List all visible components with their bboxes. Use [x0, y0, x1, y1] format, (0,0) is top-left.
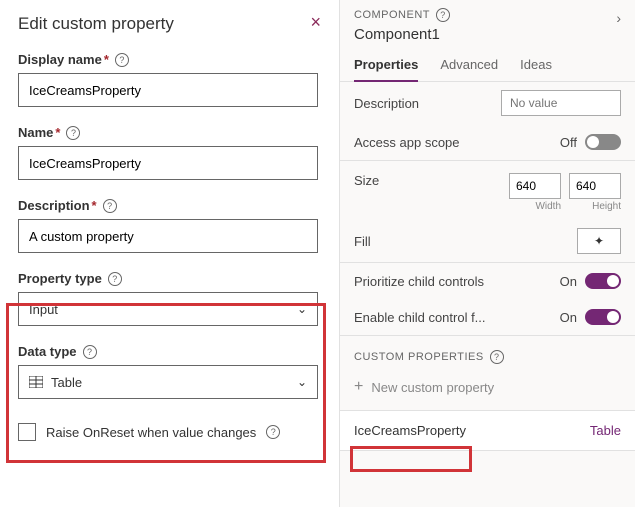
- fill-label: Fill: [354, 234, 371, 249]
- help-icon[interactable]: ?: [266, 425, 280, 439]
- raise-onreset-checkbox[interactable]: [18, 423, 36, 441]
- new-custom-property-button[interactable]: + New custom property: [340, 372, 635, 410]
- tab-advanced[interactable]: Advanced: [440, 57, 498, 81]
- chevron-right-icon[interactable]: ›: [616, 10, 621, 26]
- tab-properties[interactable]: Properties: [354, 57, 418, 82]
- display-name-input[interactable]: [18, 73, 318, 107]
- name-group: Name* ?: [18, 125, 321, 180]
- description-prop-label: Description: [354, 96, 419, 111]
- help-icon[interactable]: ?: [108, 272, 122, 286]
- help-icon[interactable]: ?: [103, 199, 117, 213]
- custom-property-item[interactable]: IceCreamsProperty Table: [340, 410, 635, 451]
- size-label: Size: [354, 173, 379, 188]
- custom-properties-header: CUSTOM PROPERTIES: [354, 351, 484, 363]
- plus-icon: +: [354, 378, 363, 396]
- chevron-down-icon: ⌄: [297, 375, 307, 389]
- height-caption: Height: [592, 201, 621, 212]
- enable-child-toggle[interactable]: [585, 309, 621, 325]
- name-label: Name*: [18, 125, 60, 140]
- tabs: Properties Advanced Ideas: [340, 47, 635, 82]
- panel-title: Edit custom property: [18, 14, 321, 34]
- enable-child-label: Enable child control f...: [354, 310, 486, 325]
- display-name-group: Display name* ?: [18, 52, 321, 107]
- help-icon[interactable]: ?: [66, 126, 80, 140]
- property-type-group: Property type ? Input ⌄: [18, 271, 321, 326]
- data-type-select[interactable]: Table ⌄: [18, 365, 318, 399]
- prioritize-label: Prioritize child controls: [354, 274, 484, 289]
- edit-property-panel: Edit custom property × Display name* ? N…: [0, 0, 340, 507]
- prioritize-state: On: [560, 274, 577, 289]
- property-type-label: Property type: [18, 271, 102, 286]
- access-scope-toggle[interactable]: [585, 134, 621, 150]
- width-caption: Width: [535, 201, 561, 212]
- paint-bucket-icon: ✦: [594, 234, 604, 248]
- description-prop-input[interactable]: [501, 90, 621, 116]
- custom-property-type[interactable]: Table: [590, 423, 621, 438]
- height-input[interactable]: [569, 173, 621, 199]
- tab-ideas[interactable]: Ideas: [520, 57, 552, 81]
- property-type-value: Input: [29, 302, 58, 317]
- help-icon[interactable]: ?: [436, 8, 450, 22]
- description-input[interactable]: [18, 219, 318, 253]
- data-type-label: Data type: [18, 344, 77, 359]
- component-panel: COMPONENT ? › Component1 Properties Adva…: [340, 0, 635, 507]
- access-scope-state: Off: [560, 135, 577, 150]
- table-icon: [29, 376, 43, 388]
- description-label: Description*: [18, 198, 97, 213]
- display-name-label: Display name*: [18, 52, 109, 67]
- data-type-group: Data type ? Table ⌄: [18, 344, 321, 399]
- help-icon[interactable]: ?: [83, 345, 97, 359]
- component-section-label: COMPONENT: [354, 9, 430, 21]
- help-icon[interactable]: ?: [115, 53, 129, 67]
- new-custom-property-label: New custom property: [371, 380, 494, 395]
- raise-onreset-row: Raise OnReset when value changes ?: [18, 423, 321, 441]
- prioritize-toggle[interactable]: [585, 273, 621, 289]
- fill-color-picker[interactable]: ✦: [577, 228, 621, 254]
- access-scope-label: Access app scope: [354, 135, 460, 150]
- help-icon[interactable]: ?: [490, 350, 504, 364]
- description-group: Description* ?: [18, 198, 321, 253]
- component-name: Component1: [354, 26, 621, 43]
- width-input[interactable]: [509, 173, 561, 199]
- data-type-value: Table: [51, 375, 82, 390]
- close-icon[interactable]: ×: [310, 12, 321, 33]
- property-type-select[interactable]: Input ⌄: [18, 292, 318, 326]
- name-input[interactable]: [18, 146, 318, 180]
- enable-child-state: On: [560, 310, 577, 325]
- chevron-down-icon: ⌄: [297, 302, 307, 316]
- custom-property-name: IceCreamsProperty: [354, 423, 466, 438]
- raise-onreset-label: Raise OnReset when value changes: [46, 425, 256, 440]
